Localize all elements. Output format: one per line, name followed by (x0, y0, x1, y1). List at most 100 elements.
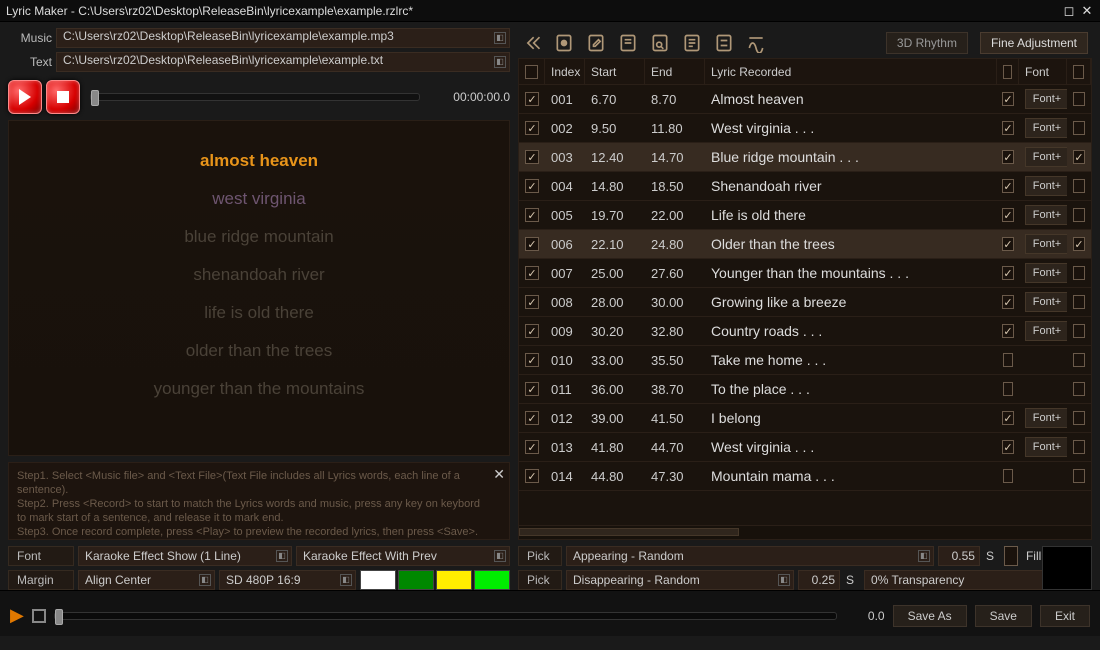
font-check[interactable]: ✓ (1002, 179, 1013, 193)
font-plus-button[interactable]: Font+ (1025, 205, 1067, 225)
font-check[interactable]: ✓ (1002, 92, 1013, 106)
font-plus-button[interactable]: Font+ (1025, 176, 1067, 196)
font-check[interactable]: ✓ (1002, 440, 1013, 454)
extra-check[interactable] (1073, 324, 1085, 338)
table-row[interactable]: ✓00725.0027.60Younger than the mountains… (519, 259, 1091, 288)
table-row[interactable]: ✓01239.0041.50I belong✓Font+ (519, 404, 1091, 433)
font-check[interactable]: ✓ (1002, 208, 1013, 222)
record-icon[interactable] (554, 32, 574, 54)
doc1-icon[interactable] (618, 32, 638, 54)
appearing-select[interactable]: Appearing - Random◧ (566, 546, 934, 566)
save-as-button[interactable]: Save As (893, 605, 967, 627)
align-select[interactable]: Align Center◧ (78, 570, 215, 590)
maximize-icon[interactable]: ◻ (1062, 4, 1076, 18)
font-check[interactable]: ✓ (1002, 121, 1013, 135)
font-check[interactable]: ✓ (1002, 295, 1013, 309)
font-check[interactable] (1003, 469, 1013, 483)
extra-check[interactable] (1073, 266, 1085, 280)
table-row[interactable]: ✓01444.8047.30Mountain mama . . . (519, 462, 1091, 491)
table-row[interactable]: ✓00930.2032.80Country roads . . .✓Font+ (519, 317, 1091, 346)
appearing-value[interactable]: 0.55 (938, 546, 980, 566)
table-row[interactable]: ✓00519.7022.00Life is old there✓Font+ (519, 201, 1091, 230)
doc3-icon[interactable] (714, 32, 734, 54)
col-end[interactable]: End (645, 59, 705, 84)
color-swatch[interactable] (436, 570, 472, 590)
3d-rhythm-button[interactable]: 3D Rhythm (886, 32, 968, 54)
row-check[interactable]: ✓ (525, 382, 539, 396)
row-check[interactable]: ✓ (525, 92, 539, 106)
header-extra-check[interactable] (1073, 65, 1084, 79)
grid-hscroll[interactable] (519, 525, 1091, 539)
extra-check[interactable] (1073, 440, 1085, 454)
edit-icon[interactable] (586, 32, 606, 54)
color-swatch[interactable] (360, 570, 396, 590)
back-icon[interactable] (522, 32, 542, 54)
col-start[interactable]: Start (585, 59, 645, 84)
row-check[interactable]: ✓ (525, 469, 539, 483)
extra-check[interactable]: ✓ (1073, 237, 1085, 251)
help-close-icon[interactable]: ✕ (493, 467, 505, 481)
color-swatch[interactable] (398, 570, 434, 590)
effect1-select[interactable]: Karaoke Effect Show (1 Line)◧ (78, 546, 292, 566)
header-check[interactable] (525, 65, 538, 79)
table-row[interactable]: ✓0016.708.70Almost heaven✓Font+ (519, 85, 1091, 114)
extra-check[interactable] (1073, 179, 1085, 193)
disappearing-select[interactable]: Disappearing - Random◧ (566, 570, 794, 590)
table-row[interactable]: ✓00414.8018.50Shenandoah river✓Font+ (519, 172, 1091, 201)
font-check[interactable]: ✓ (1002, 411, 1013, 425)
font-check[interactable]: ✓ (1002, 237, 1013, 251)
row-check[interactable]: ✓ (525, 353, 539, 367)
extra-check[interactable] (1073, 382, 1085, 396)
browse-text-icon[interactable]: ◧ (494, 56, 506, 68)
font-check[interactable] (1003, 353, 1013, 367)
font-plus-button[interactable]: Font+ (1025, 292, 1067, 312)
browse-music-icon[interactable]: ◧ (494, 32, 506, 44)
extra-check[interactable] (1073, 92, 1085, 106)
row-check[interactable]: ✓ (525, 411, 539, 425)
stop-button[interactable] (46, 80, 80, 114)
extra-check[interactable] (1073, 469, 1085, 483)
fine-adjustment-button[interactable]: Fine Adjustment (980, 32, 1088, 54)
table-row[interactable]: ✓00828.0030.00Growing like a breeze✓Font… (519, 288, 1091, 317)
text-path-input[interactable]: C:\Users\rz02\Desktop\ReleaseBin\lyricex… (56, 52, 510, 72)
fill-duration-check[interactable] (1004, 546, 1018, 566)
font-button[interactable]: Font (8, 546, 74, 566)
font-plus-button[interactable]: Font+ (1025, 147, 1067, 167)
row-check[interactable]: ✓ (525, 266, 539, 280)
table-row[interactable]: ✓01033.0035.50Take me home . . . (519, 346, 1091, 375)
effects-icon[interactable] (746, 32, 766, 54)
close-icon[interactable]: ✕ (1080, 4, 1094, 18)
row-check[interactable]: ✓ (525, 295, 539, 309)
doc2-icon[interactable] (682, 32, 702, 54)
font-plus-button[interactable]: Font+ (1025, 263, 1067, 283)
extra-check[interactable] (1073, 353, 1085, 367)
row-check[interactable]: ✓ (525, 121, 539, 135)
effect2-select[interactable]: Karaoke Effect With Prev◧ (296, 546, 510, 566)
font-check[interactable] (1003, 382, 1013, 396)
row-check[interactable]: ✓ (525, 179, 539, 193)
color-swatch[interactable] (474, 570, 510, 590)
footer-play-icon[interactable]: ▶ (10, 605, 24, 626)
font-plus-button[interactable]: Font+ (1025, 408, 1067, 428)
font-plus-button[interactable]: Font+ (1025, 89, 1067, 109)
font-check[interactable]: ✓ (1002, 266, 1013, 280)
extra-check[interactable] (1073, 411, 1085, 425)
row-check[interactable]: ✓ (525, 237, 539, 251)
table-row[interactable]: ✓00622.1024.80Older than the trees✓Font+… (519, 230, 1091, 259)
margin-button[interactable]: Margin (8, 570, 74, 590)
col-font[interactable]: Font (1019, 59, 1067, 84)
footer-seek[interactable] (54, 612, 837, 620)
font-plus-button[interactable]: Font+ (1025, 234, 1067, 254)
col-index[interactable]: Index (545, 59, 585, 84)
table-row[interactable]: ✓01341.8044.70West virginia . . .✓Font+ (519, 433, 1091, 462)
seek-bar[interactable] (90, 93, 420, 101)
footer-stop-icon[interactable] (32, 609, 46, 623)
play-button[interactable] (8, 80, 42, 114)
disappearing-value[interactable]: 0.25 (798, 570, 840, 590)
music-path-input[interactable]: C:\Users\rz02\Desktop\ReleaseBin\lyricex… (56, 28, 510, 48)
doc-search-icon[interactable] (650, 32, 670, 54)
table-row[interactable]: ✓01136.0038.70To the place . . . (519, 375, 1091, 404)
extra-check[interactable] (1073, 295, 1085, 309)
row-check[interactable]: ✓ (525, 208, 539, 222)
row-check[interactable]: ✓ (525, 324, 539, 338)
